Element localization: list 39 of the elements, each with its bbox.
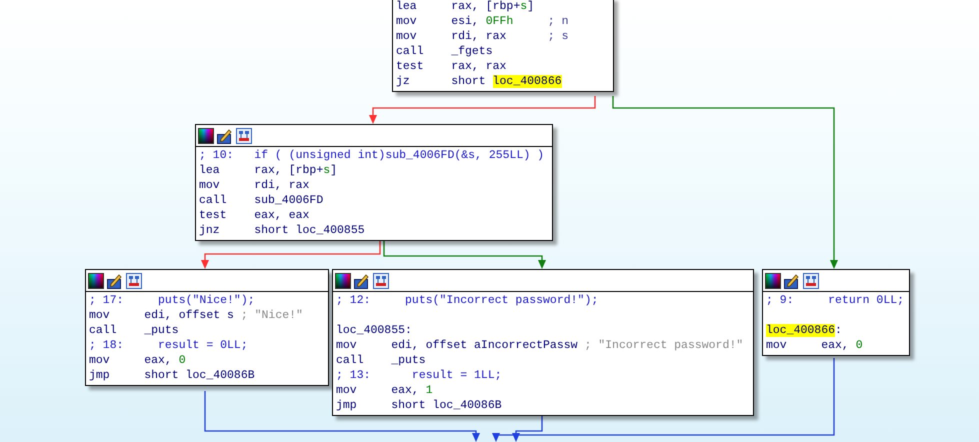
pencil-icon[interactable] [217, 128, 233, 144]
instruction-line: mov rdi, rax ; s [396, 29, 570, 44]
pencil-icon[interactable] [107, 272, 123, 288]
instruction-line: call _fgets [396, 44, 494, 59]
instruction-line: call sub_4006FD [199, 193, 324, 208]
instruction-line: call _puts [336, 353, 427, 368]
instruction-line: jmp short loc_40086B [336, 398, 503, 413]
graph-icon[interactable] [126, 272, 142, 288]
color-palette-icon[interactable] [198, 128, 214, 144]
instruction-line: lea rax, [rbp+s] [396, 0, 536, 14]
graph-icon[interactable] [373, 272, 389, 288]
instruction-line: test eax, eax [199, 208, 310, 223]
instruction-line: mov edi, offset aIncorrectPassw ; "Incorrect password!" [336, 338, 744, 353]
instruction-line: mov edi, offset s ; "Nice!" [89, 308, 304, 323]
instruction-line: mov esi, 0FFh ; n [396, 14, 570, 29]
instruction-line: test rax, rax [396, 59, 508, 74]
pencil-icon[interactable] [784, 272, 800, 288]
pseudocode-line: ; 10: if ( (unsigned int)sub_4006FD(&s, 255LL) ) [199, 148, 546, 163]
pseudocode-line: ; 18: result = 0LL; [89, 338, 249, 353]
graph-icon[interactable] [236, 128, 252, 144]
pseudocode-line: ; 13: result = 1LL; [336, 368, 503, 383]
instruction-line: jz short loc_400866 [396, 74, 563, 89]
pseudocode-line: ; 17: puts("Nice!"); [89, 293, 256, 308]
code-label: loc_400855: [336, 323, 413, 338]
color-palette-icon[interactable] [765, 272, 781, 288]
color-palette-icon[interactable] [88, 272, 104, 288]
color-palette-icon[interactable] [335, 272, 351, 288]
pseudocode-line: ; 12: puts("Incorrect password!"); [336, 293, 600, 308]
instruction-line: mov rdi, rax [199, 178, 310, 193]
instruction-line: mov eax, 0 [766, 338, 864, 353]
instruction-line: mov eax, 1 [336, 383, 434, 398]
instruction-line: jnz short loc_400855 [199, 223, 366, 238]
instruction-line: mov eax, 0 [89, 353, 187, 368]
pencil-icon[interactable] [354, 272, 370, 288]
instruction-line: jmp short loc_40086B [89, 368, 256, 383]
pseudocode-line: ; 9: return 0LL; [766, 293, 906, 308]
instruction-line: lea rax, [rbp+s] [199, 163, 338, 178]
instruction-line: call _puts [89, 323, 180, 338]
graph-icon[interactable] [803, 272, 819, 288]
